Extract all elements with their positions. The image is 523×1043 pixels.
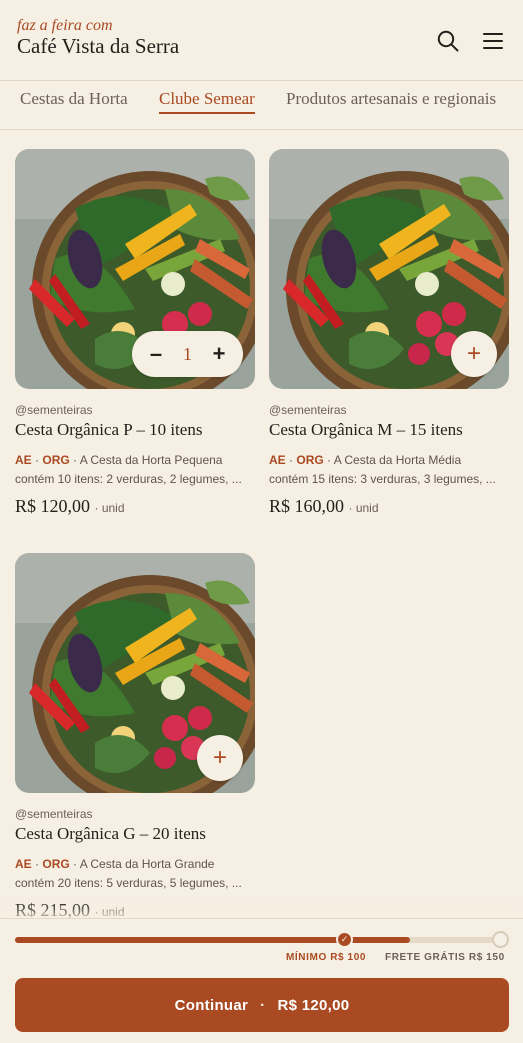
product-price: R$ 215,00 — [15, 900, 91, 920]
continue-separator: · — [260, 996, 266, 1014]
store-name[interactable]: Café Vista da Serra — [17, 34, 179, 59]
tab-produtos-artesanais[interactable]: Produtos artesanais e regionais — [286, 89, 496, 112]
continue-label: Continuar — [174, 996, 249, 1014]
description-line-2: contém 15 itens: 3 verduras, 3 legumes, … — [269, 472, 496, 486]
product-price: R$ 160,00 — [269, 496, 345, 516]
plus-icon: + — [466, 340, 481, 367]
price-unit: unid — [355, 501, 379, 515]
minimum-order-label: MÍNIMO R$ 100 — [286, 952, 367, 963]
brand-tagline: faz a feira com — [17, 17, 113, 34]
badge-ae: AE — [15, 857, 32, 871]
badge-org: ORG — [42, 857, 70, 871]
seller-handle[interactable]: @sementeiras — [15, 403, 255, 417]
badge-org: ORG — [296, 453, 324, 467]
badge-org: ORG — [42, 453, 70, 467]
app-page: faz a feira com Café Vista da Serra Cest… — [0, 0, 523, 1043]
seller-handle[interactable]: @sementeiras — [269, 403, 509, 417]
price-row: R$ 160,00 · unid — [269, 496, 379, 516]
tab-clube-semear[interactable]: Clube Semear — [159, 89, 255, 114]
cart-total: R$ 120,00 — [277, 996, 350, 1014]
header: faz a feira com Café Vista da Serra — [0, 0, 523, 80]
quantity-value: 1 — [183, 343, 192, 364]
add-to-cart-button[interactable]: + — [197, 735, 243, 781]
continue-button[interactable]: Continuar · R$ 120,00 — [15, 978, 509, 1032]
check-icon: ✓ — [340, 934, 349, 944]
add-to-cart-button[interactable]: + — [451, 331, 497, 377]
product-name[interactable]: Cesta Orgânica M – 15 itens — [269, 420, 509, 440]
product-description: AE · ORG · A Cesta da Horta Pequena cont… — [15, 453, 242, 486]
free-shipping-milestone — [492, 931, 509, 948]
description-line-2: contém 10 itens: 2 verduras, 2 legumes, … — [15, 472, 242, 486]
description-line-2: contém 20 itens: 5 verduras, 5 legumes, … — [15, 876, 242, 890]
badge-ae: AE — [15, 453, 32, 467]
increase-quantity-button[interactable]: + — [209, 341, 229, 367]
product-card[interactable]: – 1 + @sementeiras Cesta Orgânica P – 10… — [15, 149, 255, 517]
description-line-1: A Cesta da Horta Média — [333, 453, 462, 467]
quantity-stepper: – 1 + — [132, 331, 243, 377]
product-card[interactable]: + @sementeiras Cesta Orgânica G – 20 ite… — [15, 553, 255, 921]
category-tabs: Cestas da Horta Clube Semear Produtos ar… — [0, 80, 523, 130]
product-image[interactable]: + — [269, 149, 509, 389]
cart-footer: ✓ MÍNIMO R$ 100 FRETE GRÁTIS R$ 150 Cont… — [0, 918, 523, 1043]
search-icon — [437, 30, 459, 52]
product-price: R$ 120,00 — [15, 496, 91, 516]
product-card[interactable]: + @sementeiras Cesta Orgânica M – 15 ite… — [269, 149, 509, 517]
decrease-quantity-button[interactable]: – — [146, 341, 166, 367]
price-unit: unid — [101, 501, 125, 515]
price-row: R$ 120,00 · unid — [15, 496, 125, 516]
plus-icon: + — [212, 744, 227, 771]
product-description: AE · ORG · A Cesta da Horta Média contém… — [269, 453, 496, 486]
description-line-1: A Cesta da Horta Pequena — [79, 453, 223, 467]
menu-button[interactable] — [480, 28, 506, 54]
product-name[interactable]: Cesta Orgânica P – 10 itens — [15, 420, 255, 440]
free-shipping-label: FRETE GRÁTIS R$ 150 — [385, 952, 505, 963]
seller-handle[interactable]: @sementeiras — [15, 807, 255, 821]
search-button[interactable] — [435, 28, 461, 54]
order-progress-bar: ✓ — [15, 931, 509, 948]
product-description: AE · ORG · A Cesta da Horta Grande conté… — [15, 857, 242, 890]
product-image[interactable]: – 1 + — [15, 149, 255, 389]
product-name[interactable]: Cesta Orgânica G – 20 itens — [15, 824, 255, 844]
minimum-milestone: ✓ — [336, 931, 353, 948]
product-image[interactable]: + — [15, 553, 255, 793]
badge-ae: AE — [269, 453, 286, 467]
description-line-1: A Cesta da Horta Grande — [79, 857, 215, 871]
menu-icon — [483, 33, 503, 49]
price-unit: unid — [101, 905, 125, 919]
tab-cestas-da-horta[interactable]: Cestas da Horta — [20, 89, 128, 112]
